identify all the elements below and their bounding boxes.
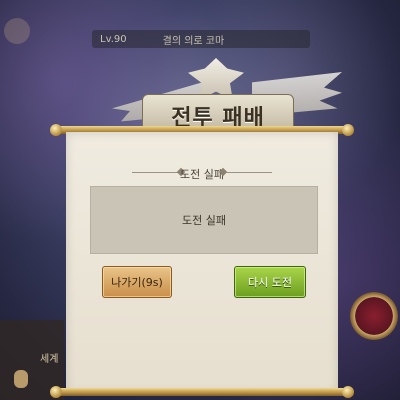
microphone-icon[interactable] — [14, 370, 28, 388]
chat-channel-label: 세계 — [40, 354, 59, 365]
result-message-box: 도전 실패 — [90, 186, 318, 254]
dialog-heading: 도전 실패 — [180, 168, 224, 181]
target-info-bar: Lv.90 결의 의로 코마 — [92, 30, 310, 48]
exit-button-label: 나가기(9s) — [111, 276, 163, 289]
retry-button-label: 다시 도전 — [248, 276, 292, 289]
target-name: 결의 의로 코마 — [162, 35, 225, 47]
character-portrait — [4, 18, 30, 44]
heading-divider-right — [226, 172, 272, 173]
target-level: Lv.90 — [100, 33, 127, 45]
rod-cap-left — [50, 386, 62, 398]
result-dialog: 도전 실패 도전 실패 나가기(9s) 다시 도전 — [66, 132, 338, 394]
exit-button[interactable]: 나가기(9s) — [102, 266, 172, 298]
rod-cap-left — [50, 124, 62, 136]
retry-button[interactable]: 다시 도전 — [234, 266, 306, 298]
rod-cap-right — [342, 124, 354, 136]
guild-emblem-icon[interactable] — [350, 292, 398, 340]
scroll-rod-bottom — [50, 386, 354, 398]
result-message: 도전 실패 — [182, 214, 226, 227]
rod-cap-right — [342, 386, 354, 398]
